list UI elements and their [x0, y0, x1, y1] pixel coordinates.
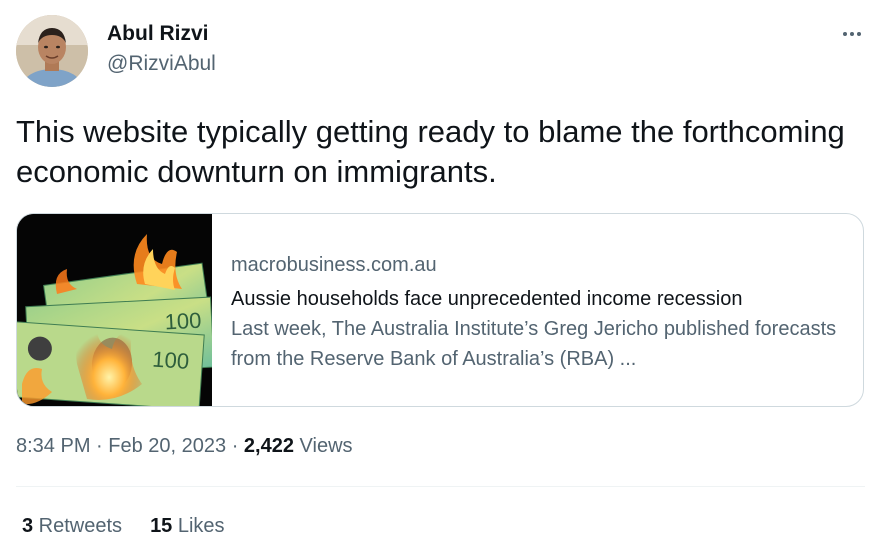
author-name[interactable]: Abul Rizvi	[107, 22, 209, 46]
card-thumbnail[interactable]: 100 100	[17, 214, 215, 406]
likes-label: Likes	[172, 515, 225, 537]
card-domain: macrobusiness.com.au	[231, 254, 437, 276]
tweet: Abul Rizvi @RizviAbul This website typic…	[0, 0, 881, 554]
more-horizontal-icon	[843, 32, 847, 36]
tweet-meta: 8:34 PM · Feb 20, 2023 · 2,422 Views	[16, 435, 353, 458]
retweets-label: Retweets	[33, 515, 123, 537]
card-description: Last week, The Australia Institute’s Gre…	[231, 318, 837, 370]
tweet-time[interactable]: 8:34 PM	[16, 435, 90, 457]
likes-count: 15	[150, 515, 173, 537]
svg-text:100: 100	[164, 308, 202, 335]
burning-banknotes-icon: 100 100	[17, 214, 215, 406]
more-options-button[interactable]	[837, 22, 867, 46]
views-label: Views	[293, 435, 353, 457]
retweets-count: 3	[22, 515, 34, 537]
svg-text:100: 100	[152, 346, 190, 374]
retweets-stat[interactable]: 3 Retweets	[22, 515, 122, 538]
avatar-photo-icon	[16, 15, 88, 87]
views-count: 2,422	[243, 435, 294, 457]
tweet-text: This website typically getting ready to …	[16, 114, 845, 189]
meta-separator: ·	[226, 435, 244, 457]
likes-stat[interactable]: 15 Likes	[150, 515, 225, 538]
meta-separator: ·	[90, 435, 109, 457]
card-title: Aussie households face unprecedented inc…	[231, 288, 743, 310]
link-card[interactable]: 100 100 macrobusiness.com.au Aussie hous…	[16, 213, 864, 407]
divider	[16, 486, 865, 487]
card-text: macrobusiness.com.au Aussie households f…	[231, 252, 851, 374]
tweet-date[interactable]: Feb 20, 2023	[108, 435, 226, 457]
author-avatar[interactable]	[16, 15, 88, 87]
author-handle[interactable]: @RizviAbul	[107, 52, 216, 76]
engagement-stats: 3 Retweets 15 Likes	[22, 515, 225, 538]
